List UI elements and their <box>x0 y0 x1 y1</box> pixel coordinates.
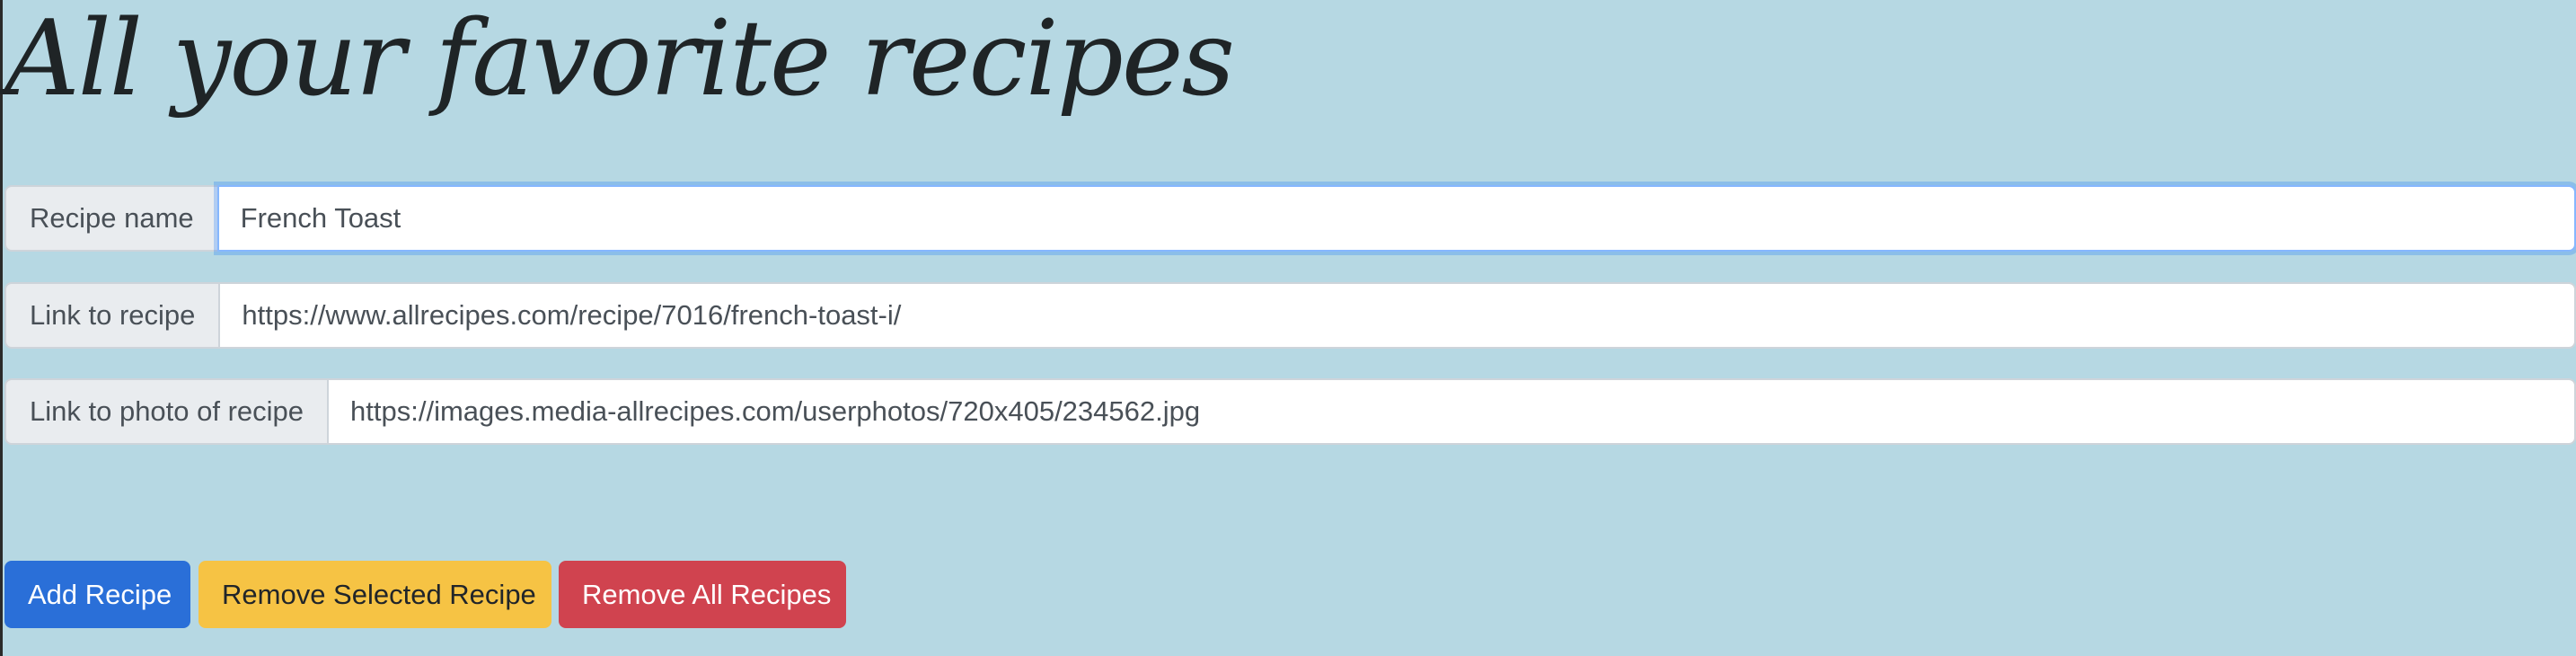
recipe-link-label: Link to recipe <box>4 282 219 349</box>
photo-link-input[interactable] <box>327 378 2576 445</box>
recipe-link-input[interactable] <box>218 282 2576 349</box>
recipe-link-group: Link to recipe <box>4 282 2576 349</box>
remove-selected-recipe-button[interactable]: Remove Selected Recipe <box>198 561 551 628</box>
photo-link-group: Link to photo of recipe <box>4 378 2576 445</box>
recipe-name-group: Recipe name <box>4 185 2576 252</box>
remove-all-recipes-button[interactable]: Remove All Recipes <box>559 561 846 628</box>
add-recipe-button[interactable]: Add Recipe <box>4 561 190 628</box>
recipe-name-input[interactable] <box>216 185 2576 252</box>
page-title: All your favorite recipes <box>4 0 1235 120</box>
recipe-name-label: Recipe name <box>4 185 217 252</box>
photo-link-label: Link to photo of recipe <box>4 378 328 445</box>
